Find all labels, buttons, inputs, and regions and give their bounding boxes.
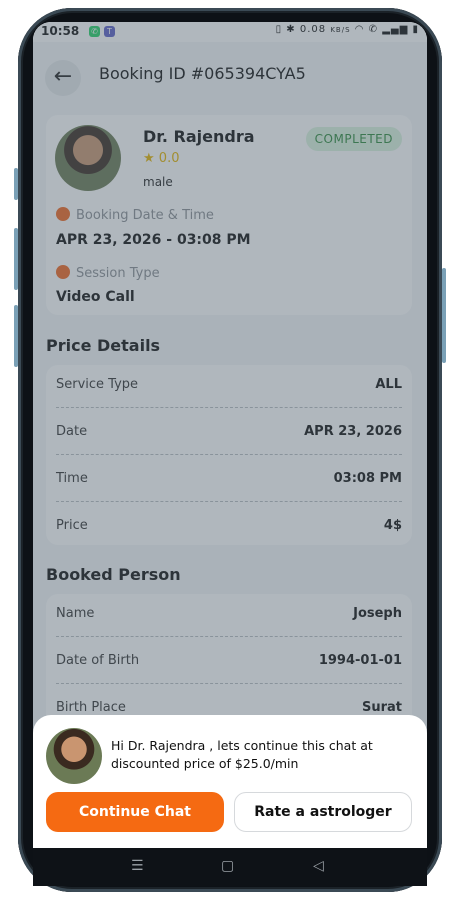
recents-icon[interactable]: ☰ bbox=[131, 858, 144, 874]
home-icon[interactable]: ▢ bbox=[221, 858, 234, 874]
continue-chat-button[interactable]: Continue Chat bbox=[46, 792, 224, 832]
android-nav-bar: ☰ ▢ ◁ bbox=[33, 848, 427, 886]
power-button bbox=[442, 268, 446, 363]
side-button bbox=[14, 305, 18, 367]
doctor-avatar bbox=[46, 728, 102, 784]
rate-astrologer-button[interactable]: Rate a astrologer bbox=[234, 792, 412, 832]
back-nav-icon[interactable]: ◁ bbox=[313, 858, 324, 874]
volume-down-button bbox=[14, 228, 18, 290]
continue-chat-sheet: Hi Dr. Rajendra , lets continue this cha… bbox=[33, 715, 427, 848]
screen: 10:58 ✆ T ▯ ✱ 0.08 KB/S ◠ ✆ ▂▄▆ ▮ ← Book… bbox=[33, 22, 427, 848]
volume-up-button bbox=[14, 168, 18, 200]
chat-offer-message: Hi Dr. Rajendra , lets continue this cha… bbox=[111, 738, 373, 771]
